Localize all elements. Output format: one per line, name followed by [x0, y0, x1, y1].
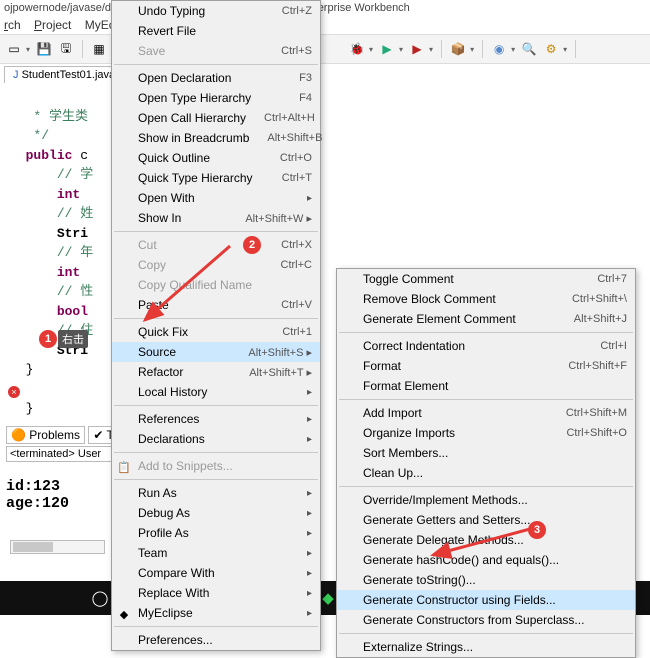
menu-item-references[interactable]: References▸ — [112, 409, 320, 429]
package-icon[interactable]: 📦 — [450, 41, 466, 57]
menu-item-preferences[interactable]: Preferences... — [112, 630, 320, 650]
ext-tool-icon[interactable]: ▶ — [409, 41, 425, 57]
run-icon[interactable]: ▶ — [379, 41, 395, 57]
menu-item-generate-constructor-using-fields[interactable]: Generate Constructor using Fields... — [337, 590, 635, 610]
menu-item-format-element[interactable]: Format Element — [337, 376, 635, 396]
menu-item-declarations[interactable]: Declarations▸ — [112, 429, 320, 449]
menu-item-run-as[interactable]: Run As▸ — [112, 483, 320, 503]
horizontal-scrollbar[interactable] — [10, 540, 105, 554]
cortana-icon[interactable]: ◯ — [90, 588, 110, 608]
error-marker-icon[interactable]: × — [8, 386, 20, 398]
menu-item-open-with[interactable]: Open With▸ — [112, 188, 320, 208]
menu-item-generate-getters-and-setters[interactable]: Generate Getters and Setters... — [337, 510, 635, 530]
menu-item-sort-members[interactable]: Sort Members... — [337, 443, 635, 463]
menu-item-cut: CutCtrl+X — [112, 235, 320, 255]
annotation-2: 2 — [243, 236, 261, 254]
menu-item-myeclipse[interactable]: ◆MyEclipse▸ — [112, 603, 320, 623]
menu-item-generate-constructors-from-superclass[interactable]: Generate Constructors from Superclass... — [337, 610, 635, 630]
window-title: ojpowernode/javase/day09/test001/Student… — [0, 0, 650, 16]
menu-item-format[interactable]: FormatCtrl+Shift+F — [337, 356, 635, 376]
menu-item-debug-as[interactable]: Debug As▸ — [112, 503, 320, 523]
menu-item-copy-qualified-name: Copy Qualified Name — [112, 275, 320, 295]
menu-item-externalize-strings[interactable]: Externalize Strings... — [337, 637, 635, 657]
menu-item-replace-with[interactable]: Replace With▸ — [112, 583, 320, 603]
save-icon[interactable]: 💾 — [36, 41, 52, 57]
menu-item-show-in-breadcrumb[interactable]: Show in BreadcrumbAlt+Shift+B — [112, 128, 320, 148]
bottom-panel: 🟠 Problems ✔ Ta <terminated> User id:123… — [6, 428, 124, 512]
tab-label: StudentTest01.java — [22, 69, 116, 81]
annotation-3: 3 — [528, 521, 546, 539]
menu-search[interactable]: rrchch — [4, 18, 21, 32]
menu-item-refactor[interactable]: RefactorAlt+Shift+T ▸ — [112, 362, 320, 382]
tool-icon[interactable]: ▦ — [91, 41, 107, 57]
menu-item-revert-file[interactable]: Revert File — [112, 21, 320, 41]
problems-tab[interactable]: 🟠 Problems — [6, 426, 85, 444]
menu-item-correct-indentation[interactable]: Correct IndentationCtrl+I — [337, 336, 635, 356]
annotation-1-label: 右击 — [58, 330, 88, 348]
editor-tab[interactable]: J StudentTest01.java — [4, 66, 124, 83]
menu-item-paste[interactable]: PasteCtrl+V — [112, 295, 320, 315]
menu-item-quick-fix[interactable]: Quick FixCtrl+1 — [112, 322, 320, 342]
menu-item-quick-type-hierarchy[interactable]: Quick Type HierarchyCtrl+T — [112, 168, 320, 188]
menu-item-clean-up[interactable]: Clean Up... — [337, 463, 635, 483]
menu-item-open-declaration[interactable]: Open DeclarationF3 — [112, 68, 320, 88]
terminated-label: <terminated> User — [6, 446, 124, 462]
search-icon[interactable]: 🔍 — [521, 41, 537, 57]
new-icon[interactable]: ▭ — [6, 41, 22, 57]
menu-item-add-import[interactable]: Add ImportCtrl+Shift+M — [337, 403, 635, 423]
menu-item-save: SaveCtrl+S — [112, 41, 320, 61]
source-submenu: Toggle CommentCtrl+7Remove Block Comment… — [336, 268, 636, 658]
menu-item-local-history[interactable]: Local History▸ — [112, 382, 320, 402]
new-type-icon[interactable]: ◉ — [491, 41, 507, 57]
main-toolbar: ▭▾ 💾 🖫 ▦ 🐞▾ ▶▾ ▶▾ 📦▾ ◉▾ 🔍 ⚙▾ — [0, 34, 650, 64]
menu-item-compare-with[interactable]: Compare With▸ — [112, 563, 320, 583]
menu-item-override-implement-methods[interactable]: Override/Implement Methods... — [337, 490, 635, 510]
menu-item-profile-as[interactable]: Profile As▸ — [112, 523, 320, 543]
menu-project[interactable]: Project — [34, 18, 71, 32]
console-output: id:123 age:120 — [6, 478, 124, 512]
menu-item-generate-element-comment[interactable]: Generate Element CommentAlt+Shift+J — [337, 309, 635, 329]
menu-item-generate-hashcode-and-equals[interactable]: Generate hashCode() and equals()... — [337, 550, 635, 570]
debug-icon[interactable]: 🐞 — [349, 41, 365, 57]
save-all-icon[interactable]: 🖫 — [58, 41, 74, 57]
menu-item-generate-delegate-methods[interactable]: Generate Delegate Methods... — [337, 530, 635, 550]
menu-item-organize-imports[interactable]: Organize ImportsCtrl+Shift+O — [337, 423, 635, 443]
menu-item-toggle-comment[interactable]: Toggle CommentCtrl+7 — [337, 269, 635, 289]
menu-item-source[interactable]: SourceAlt+Shift+S ▸ — [112, 342, 320, 362]
annotation-1: 1 — [39, 330, 57, 348]
menu-item-show-in[interactable]: Show InAlt+Shift+W ▸ — [112, 208, 320, 228]
tool2-icon[interactable]: ⚙ — [543, 41, 559, 57]
menu-item-open-type-hierarchy[interactable]: Open Type HierarchyF4 — [112, 88, 320, 108]
menu-item-remove-block-comment[interactable]: Remove Block CommentCtrl+Shift+\ — [337, 289, 635, 309]
menu-item-quick-outline[interactable]: Quick OutlineCtrl+O — [112, 148, 320, 168]
menu-item-generate-tostring[interactable]: Generate toString()... — [337, 570, 635, 590]
menu-item-copy: CopyCtrl+C — [112, 255, 320, 275]
menu-item-undo-typing[interactable]: Undo TypingCtrl+Z — [112, 1, 320, 21]
app-icon[interactable]: ◆ — [318, 588, 338, 608]
menu-item-open-call-hierarchy[interactable]: Open Call HierarchyCtrl+Alt+H — [112, 108, 320, 128]
menu-item-team[interactable]: Team▸ — [112, 543, 320, 563]
context-menu: Undo TypingCtrl+ZRevert FileSaveCtrl+S Op… — [111, 0, 321, 651]
main-menubar[interactable]: rrchch Project MyEcl — [0, 16, 650, 34]
menu-item-add-to-snippets: 📋Add to Snippets... — [112, 456, 320, 476]
